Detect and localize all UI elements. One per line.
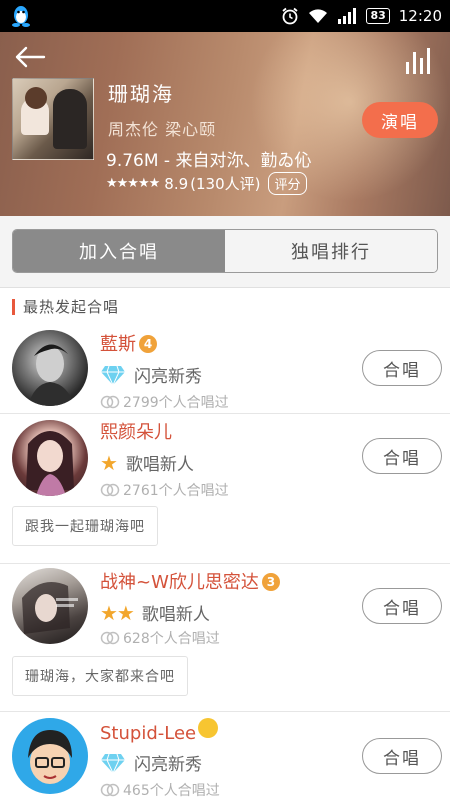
- user-level: ★★ 歌唱新人: [100, 600, 210, 626]
- user-level: 闪亮新秀: [100, 750, 202, 775]
- join-chorus-button[interactable]: 合唱: [362, 350, 442, 386]
- song-title: 珊瑚海: [108, 82, 174, 106]
- diamond-icon: [100, 364, 126, 386]
- rating-row: ★★★★★ 8.9 (130人评) 评分: [106, 172, 307, 195]
- back-arrow-icon[interactable]: [14, 46, 46, 68]
- chorus-message: 跟我一起珊瑚海吧: [12, 506, 158, 546]
- user-level: ★ 歌唱新人: [100, 450, 194, 476]
- rate-button[interactable]: 评分: [268, 172, 307, 195]
- status-bar: 83 12:20: [0, 0, 450, 32]
- song-header: 珊瑚海 周杰伦 梁心颐 9.76M - 来自对沵、勭ゐ伈 ★★★★★ 8.9 (…: [0, 32, 450, 216]
- user-name: 熙颜朵儿: [100, 422, 172, 443]
- song-meta: 9.76M - 来自对沵、勭ゐ伈: [106, 151, 312, 171]
- segmented-tabs: 加入合唱 独唱排行: [12, 229, 438, 273]
- qq-icon: [12, 6, 30, 27]
- user-name: Stupid-Lee: [100, 718, 219, 744]
- sing-button[interactable]: 演唱: [362, 102, 438, 138]
- tab-bar: 加入合唱 独唱排行: [0, 216, 450, 288]
- chorus-icon: [100, 783, 120, 797]
- chorus-message: 珊瑚海，大家都来合吧: [12, 656, 188, 696]
- battery-indicator: 83: [366, 8, 390, 24]
- vip-badge-icon: 3: [261, 573, 280, 591]
- clock: 12:20: [398, 7, 442, 25]
- chorus-count: 2761个人合唱过: [100, 480, 229, 500]
- list-item[interactable]: 藍斯 4 闪亮新秀 2799个人合唱过 合唱: [0, 322, 450, 414]
- chorus-count: 628个人合唱过: [100, 628, 220, 648]
- alarm-icon: [282, 7, 299, 25]
- rating-count: (130人评): [190, 175, 261, 193]
- chorus-icon: [100, 395, 120, 409]
- chorus-count: 2799个人合唱过: [100, 392, 229, 412]
- rating-score: 8.9: [164, 174, 189, 193]
- user-level: 闪亮新秀: [100, 362, 202, 387]
- signal-icon: [338, 8, 357, 24]
- avatar[interactable]: [12, 330, 88, 406]
- list-item[interactable]: Stupid-Lee 闪亮新秀 465个人合唱过 合唱: [0, 712, 450, 800]
- section-title: 最热发起合唱: [12, 299, 119, 315]
- vip-badge-icon: 4: [139, 335, 157, 353]
- two-stars-icon: ★★: [100, 600, 135, 625]
- list-item[interactable]: 战神~W欣儿思密达 3 ★★ 歌唱新人 628个人合唱过 合唱 珊瑚海，大家都来合…: [0, 564, 450, 712]
- avatar[interactable]: [12, 718, 88, 794]
- app-root: 83 12:20 珊瑚海 周杰伦 梁心颐 9.76M - 来自对沵、勭ゐ伈 ★★…: [0, 0, 450, 800]
- diamond-icon: [100, 752, 126, 774]
- chart-bars-icon[interactable]: [404, 46, 434, 74]
- tab-solo-ranking[interactable]: 独唱排行: [225, 230, 437, 272]
- tab-join-chorus[interactable]: 加入合唱: [13, 230, 225, 272]
- song-singers: 周杰伦 梁心颐: [108, 120, 217, 139]
- avatar[interactable]: [12, 568, 88, 644]
- chorus-icon: [100, 483, 120, 497]
- chorus-count: 465个人合唱过: [100, 780, 220, 800]
- rating-stars-icon: ★★★★★: [106, 176, 160, 191]
- chorus-icon: [100, 631, 120, 645]
- user-name: 藍斯 4: [100, 330, 157, 356]
- album-cover: [12, 78, 94, 160]
- star-icon: ★: [100, 450, 118, 475]
- wifi-icon: [309, 9, 328, 23]
- list-item[interactable]: 熙颜朵儿 ★ 歌唱新人 2761个人合唱过 合唱 跟我一起珊瑚海吧: [0, 414, 450, 564]
- join-chorus-button[interactable]: 合唱: [362, 438, 442, 474]
- avatar[interactable]: [12, 420, 88, 496]
- surprised-emoji-icon: [198, 718, 219, 738]
- join-chorus-button[interactable]: 合唱: [362, 588, 442, 624]
- user-name: 战神~W欣儿思密达 3: [100, 568, 280, 594]
- join-chorus-button[interactable]: 合唱: [362, 738, 442, 774]
